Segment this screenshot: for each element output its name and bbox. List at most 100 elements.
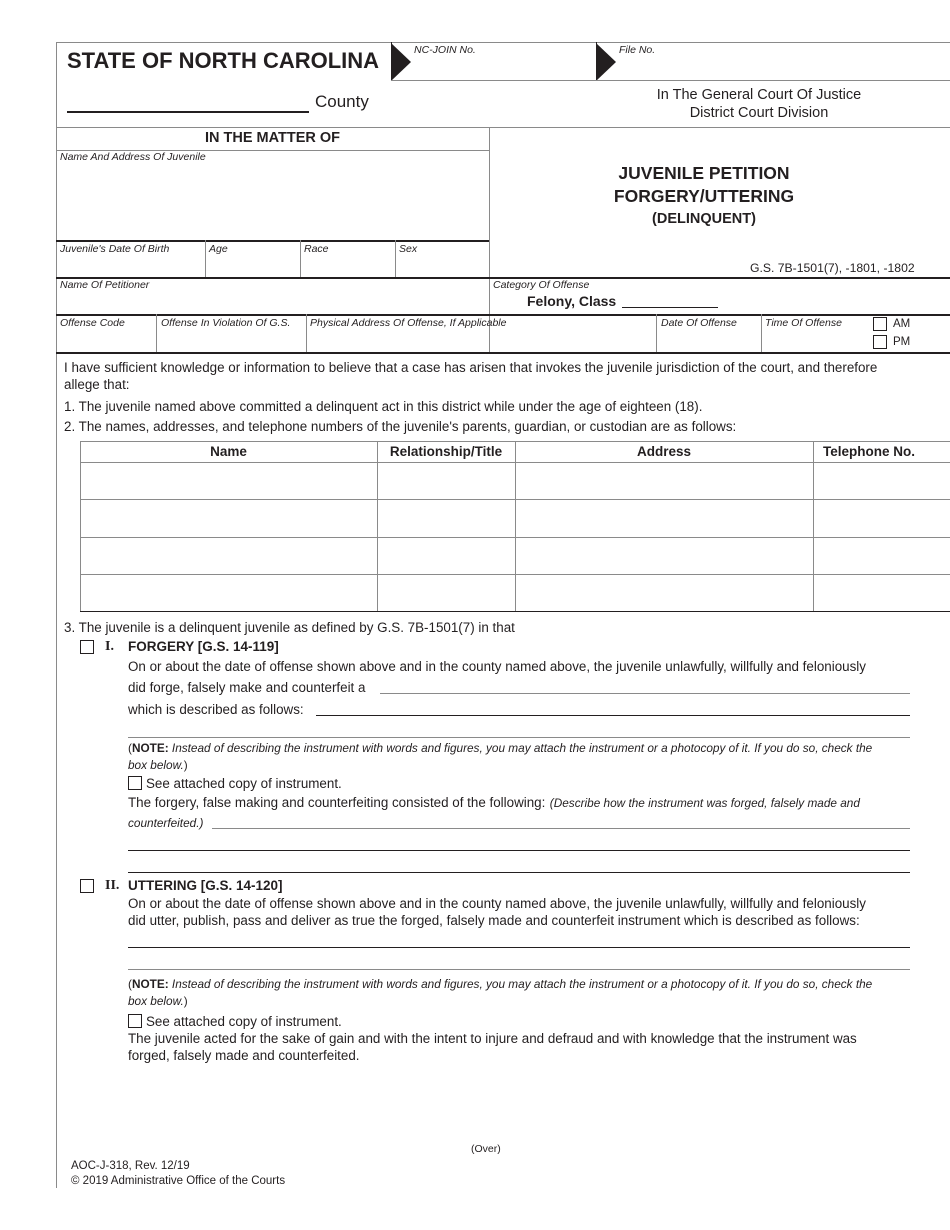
forgery-consisted-line-2-input[interactable] (128, 834, 910, 850)
physical-address-divider (656, 314, 657, 352)
pm-checkbox[interactable] (873, 335, 887, 349)
forgery-attached-checkbox[interactable] (128, 776, 142, 790)
name-address-label: Name And Address Of Juvenile (60, 151, 206, 163)
forgery-description-underline (316, 715, 910, 716)
table-col-divider-1 (377, 441, 378, 612)
statute-reference: G.S. 7B-1501(7), -1801, -1802 (750, 261, 915, 275)
forgery-description-line-2-input[interactable] (128, 721, 910, 737)
forgery-consisted-underline (212, 828, 910, 829)
uttering-note: (NOTE: Instead of describing the instrum… (128, 977, 873, 1008)
age-label: Age (209, 243, 228, 255)
col-header-address: Address (636, 444, 692, 459)
parent-address-input[interactable] (519, 502, 810, 534)
parent-telephone-input[interactable] (817, 540, 947, 572)
parent-address-input[interactable] (519, 465, 810, 497)
juvenile-name-address-input[interactable] (60, 165, 485, 235)
form-title-line-2: FORGERY/UTTERING (613, 186, 795, 206)
uttering-gain-line-2: forged, falsely made and counterfeited. (128, 1048, 360, 1063)
forgery-consisted: The forgery, false making and counterfei… (128, 794, 860, 812)
form-title-line-1: JUVENILE PETITION (618, 163, 790, 183)
uttering-description-input[interactable] (128, 931, 910, 947)
parent-name-input[interactable] (84, 540, 374, 572)
pm-label: PM (893, 336, 911, 348)
parent-name-input[interactable] (84, 502, 374, 534)
forgery-line-1: On or about the date of offense shown ab… (128, 659, 866, 674)
uttering-attached-checkbox[interactable] (128, 1014, 142, 1028)
uttering-heading: UTTERING [G.S. 14-120] (128, 878, 283, 893)
felony-class-underline (622, 307, 718, 308)
col-header-relationship: Relationship/Title (389, 444, 503, 459)
table-bottom-rule (80, 611, 950, 612)
parent-relationship-input[interactable] (381, 577, 512, 609)
forgery-line-2: did forge, falsely make and counterfeit … (128, 680, 366, 695)
parent-telephone-input[interactable] (817, 502, 947, 534)
forgery-note-italic-2: box below. (128, 758, 184, 772)
date-offense-divider (761, 314, 762, 352)
time-of-offense-input[interactable] (765, 332, 865, 349)
file-no-input[interactable] (619, 58, 939, 78)
dob-input[interactable] (60, 258, 200, 275)
forgery-line-3: which is described as follows: (128, 702, 304, 717)
uttering-description-line-2-input[interactable] (128, 953, 910, 969)
age-race-divider (300, 240, 301, 277)
forgery-consisted-input[interactable] (212, 813, 910, 829)
offense-violation-label: Offense In Violation Of G.S. (161, 317, 291, 329)
forgery-checkbox[interactable] (80, 640, 94, 654)
petitioner-label: Name Of Petitioner (60, 279, 150, 291)
table-col-divider-3 (813, 441, 814, 612)
offense-violation-input[interactable] (161, 332, 303, 349)
uttering-line-1: On or about the date of offense shown ab… (128, 896, 866, 911)
forgery-consisted-text: The forgery, false making and counterfei… (128, 795, 546, 810)
nc-join-input[interactable] (414, 58, 594, 78)
am-checkbox[interactable] (873, 317, 887, 331)
parent-relationship-input[interactable] (381, 540, 512, 572)
sex-input[interactable] (399, 258, 485, 275)
age-input[interactable] (209, 258, 297, 275)
nc-join-arrow-icon (391, 43, 411, 81)
allegation-2: 2. The names, addresses, and telephone n… (64, 419, 737, 434)
file-no-left-border (596, 42, 597, 80)
uttering-attached-label: See attached copy of instrument. (146, 1014, 342, 1029)
parent-telephone-input[interactable] (817, 465, 947, 497)
offense-code-input[interactable] (60, 332, 152, 349)
parent-relationship-input[interactable] (381, 502, 512, 534)
intro-line-1: I have sufficient knowledge or informati… (64, 360, 878, 375)
file-no-arrow-icon (596, 43, 616, 81)
parent-telephone-input[interactable] (817, 577, 947, 609)
file-no-label: File No. (619, 44, 656, 56)
forgery-description-line-2 (128, 737, 910, 738)
race-input[interactable] (304, 258, 392, 275)
forgery-consisted-line-3-input[interactable] (128, 856, 910, 872)
table-row-rule (80, 499, 950, 500)
date-of-offense-input[interactable] (661, 332, 757, 349)
over-label: (Over) (471, 1143, 501, 1155)
parent-address-input[interactable] (519, 540, 810, 572)
offense-code-label: Offense Code (60, 317, 125, 329)
nc-join-label: NC-JOIN No. (414, 44, 476, 56)
forgery-description-input[interactable] (316, 700, 910, 716)
copyright: © 2019 Administrative Office of the Cour… (71, 1175, 286, 1187)
parent-name-input[interactable] (84, 577, 374, 609)
parent-address-input[interactable] (519, 577, 810, 609)
table-header-rule (80, 462, 950, 463)
forged-instrument-input[interactable] (380, 678, 910, 694)
parent-name-input[interactable] (84, 465, 374, 497)
physical-address-input[interactable] (310, 332, 652, 349)
table-row-rule (80, 574, 950, 575)
dob-row-top-rule (56, 240, 489, 242)
felony-class-input[interactable] (622, 292, 718, 308)
page-left-border (56, 42, 57, 1188)
offense-code-divider (156, 314, 157, 352)
forged-instrument-underline (380, 693, 910, 694)
petitioner-input[interactable] (60, 294, 485, 311)
uttering-note-bold: NOTE: (131, 977, 169, 991)
county-label: County (315, 92, 369, 111)
county-input[interactable] (67, 92, 309, 112)
uttering-note-italic: Instead of describing the instrument wit… (171, 977, 873, 991)
uttering-checkbox[interactable] (80, 879, 94, 893)
table-row-rule (80, 537, 950, 538)
forgery-heading: FORGERY [G.S. 14-119] (128, 639, 279, 654)
race-label: Race (304, 243, 329, 255)
parent-relationship-input[interactable] (381, 465, 512, 497)
physical-address-label: Physical Address Of Offense, If Applicab… (310, 317, 507, 329)
